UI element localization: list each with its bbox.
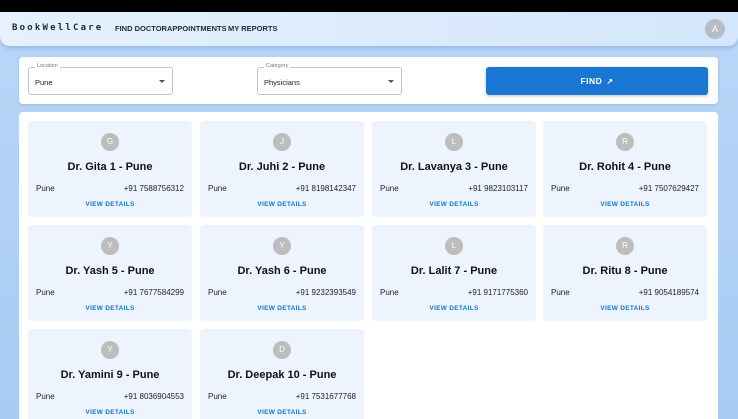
view-details-button[interactable]: VIEW DETAILS <box>28 409 192 416</box>
doctor-phone: +91 7677584299 <box>123 288 184 297</box>
view-details-button[interactable]: VIEW DETAILS <box>200 305 364 312</box>
user-avatar[interactable]: A <box>705 19 725 39</box>
chevron-down-icon <box>388 80 394 83</box>
view-details-button[interactable]: VIEW DETAILS <box>200 409 364 416</box>
find-label: FIND <box>580 76 603 86</box>
doctor-card[interactable]: Y Dr. Yash 5 - Pune Pune +91 7677584299 VIEW… <box>28 225 192 321</box>
doctor-card[interactable]: Y Dr. Yamini 9 - Pune Pune +91 8036904553 VI… <box>28 329 192 419</box>
doctor-avatar: R <box>616 133 634 151</box>
doctor-city: Pune <box>36 392 55 401</box>
doctor-city: Pune <box>551 288 570 297</box>
doctor-phone: +91 7588756312 <box>123 184 184 193</box>
doctor-results: G Dr. Gita 1 - Pune Pune +91 7588756312 VIEW… <box>19 112 718 419</box>
doctor-card[interactable]: G Dr. Gita 1 - Pune Pune +91 7588756312 VIEW… <box>28 121 192 217</box>
doctor-city: Pune <box>380 184 399 193</box>
doctor-name: Dr. Lavanya 3 - Pune <box>400 161 508 173</box>
top-black-bar <box>0 0 738 12</box>
view-details-button[interactable]: VIEW DETAILS <box>372 305 536 312</box>
search-panel: Location Pune Category Physicians FIND ↗ <box>19 57 718 104</box>
chevron-down-icon <box>159 80 165 83</box>
doctor-city: Pune <box>208 184 227 193</box>
view-details-button[interactable]: VIEW DETAILS <box>28 201 192 208</box>
doctor-avatar: D <box>273 341 291 359</box>
doctor-avatar: Y <box>101 237 119 255</box>
doctor-name: Dr. Yash 5 - Pune <box>65 265 155 277</box>
doctor-city: Pune <box>208 288 227 297</box>
doctor-phone: +91 7531677768 <box>295 392 356 401</box>
category-label: Category <box>264 63 291 69</box>
doctor-phone: +91 8198142347 <box>295 184 356 193</box>
doctor-avatar: G <box>101 133 119 151</box>
doctor-phone: +91 8036904553 <box>123 392 184 401</box>
doctor-card[interactable]: J Dr. Juhi 2 - Pune Pune +91 8198142347 VIEW… <box>200 121 364 217</box>
doctor-name: Dr. Yash 6 - Pune <box>237 265 327 277</box>
view-details-button[interactable]: VIEW DETAILS <box>543 201 707 208</box>
location-value: Pune <box>35 78 53 87</box>
doctor-name: Dr. Lalit 7 - Pune <box>410 265 498 277</box>
app-bar: BookWellCare FIND DOCTOR APPOINTMENTS MY… <box>0 12 738 46</box>
doctor-phone: +91 9171775360 <box>467 288 528 297</box>
nav-my-reports[interactable]: MY REPORTS <box>228 24 277 33</box>
doctor-name: Dr. Rohit 4 - Pune <box>579 161 671 173</box>
north-east-arrow-icon: ↗ <box>606 77 614 86</box>
doctor-city: Pune <box>380 288 399 297</box>
doctor-phone: +91 9823103117 <box>468 184 528 193</box>
brand-logo[interactable]: BookWellCare <box>12 23 103 33</box>
doctor-avatar: L <box>445 133 463 151</box>
doctor-city: Pune <box>551 184 570 193</box>
doctor-card[interactable]: L Dr. Lavanya 3 - Pune Pune +91 9823103117 V… <box>372 121 536 217</box>
doctor-card[interactable]: L Dr. Lalit 7 - Pune Pune +91 9171775360 VIE… <box>372 225 536 321</box>
location-label: Location <box>35 63 60 69</box>
doctor-card[interactable]: D Dr. Deepak 10 - Pune Pune +91 7531677768 V… <box>200 329 364 419</box>
category-select[interactable]: Category Physicians <box>257 63 402 95</box>
doctor-phone: +91 9232393549 <box>295 288 356 297</box>
doctor-city: Pune <box>208 392 227 401</box>
doctor-card[interactable]: R Dr. Rohit 4 - Pune Pune +91 7507629427 VIE… <box>543 121 707 217</box>
doctor-avatar: Y <box>273 237 291 255</box>
view-details-button[interactable]: VIEW DETAILS <box>28 305 192 312</box>
find-button[interactable]: FIND ↗ <box>486 67 708 95</box>
doctor-avatar: Y <box>101 341 119 359</box>
view-details-button[interactable]: VIEW DETAILS <box>372 201 536 208</box>
doctor-avatar: R <box>616 237 634 255</box>
view-details-button[interactable]: VIEW DETAILS <box>543 305 707 312</box>
doctor-name: Dr. Juhi 2 - Pune <box>238 161 326 173</box>
doctor-name: Dr. Deepak 10 - Pune <box>227 369 337 381</box>
doctor-name: Dr. Yamini 9 - Pune <box>60 369 160 381</box>
doctor-card[interactable]: R Dr. Ritu 8 - Pune Pune +91 9054189574 VIEW… <box>543 225 707 321</box>
doctor-avatar: L <box>445 237 463 255</box>
doctor-card[interactable]: Y Dr. Yash 6 - Pune Pune +91 9232393549 VIEW… <box>200 225 364 321</box>
doctor-phone: +91 7507629427 <box>638 184 699 193</box>
location-select[interactable]: Location Pune <box>28 63 173 95</box>
nav-find-doctor[interactable]: FIND DOCTOR <box>115 24 167 33</box>
nav-appointments[interactable]: APPOINTMENTS <box>167 24 227 33</box>
doctor-city: Pune <box>36 288 55 297</box>
category-value: Physicians <box>264 78 300 87</box>
doctor-city: Pune <box>36 184 55 193</box>
doctor-name: Dr. Gita 1 - Pune <box>67 161 153 173</box>
doctor-avatar: J <box>273 133 291 151</box>
doctor-phone: +91 9054189574 <box>638 288 699 297</box>
doctor-name: Dr. Ritu 8 - Pune <box>582 265 668 277</box>
view-details-button[interactable]: VIEW DETAILS <box>200 201 364 208</box>
